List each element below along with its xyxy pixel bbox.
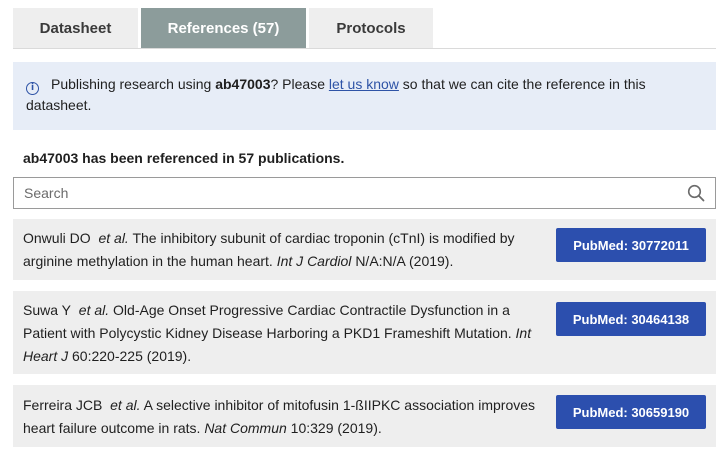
reference-etal: et al. — [78, 302, 110, 318]
tab-references[interactable]: References (57) — [141, 8, 306, 48]
pubmed-button[interactable]: PubMed: 30659190 — [556, 395, 706, 429]
reference-details: 10:329 (2019). — [290, 420, 382, 436]
notice-prefix: Publishing research using — [51, 76, 216, 92]
tab-datasheet[interactable]: Datasheet — [13, 8, 138, 48]
reference-details: 60:220-225 (2019). — [72, 348, 192, 364]
reference-authors: Onwuli DO — [23, 230, 91, 246]
pubmed-button[interactable]: PubMed: 30464138 — [556, 302, 706, 336]
reference-journal: Int J Cardiol — [276, 253, 352, 269]
reference-count-summary: ab47003 has been referenced in 57 public… — [23, 150, 345, 166]
reference-row: Ferreira JCB et al. A selective inhibito… — [13, 385, 716, 447]
notice-product: ab47003 — [215, 76, 271, 92]
reference-etal: et al. — [98, 230, 129, 246]
tab-protocols[interactable]: Protocols — [309, 8, 433, 48]
reference-row: Onwuli DO et al. The inhibitory subunit … — [13, 219, 716, 280]
search-input[interactable] — [14, 178, 654, 208]
tab-divider — [13, 48, 716, 49]
reference-authors: Suwa Y — [23, 302, 71, 318]
publishing-notice: i Publishing research using ab47003? Plea… — [13, 62, 716, 130]
reference-row: Suwa Y et al. Old-Age Onset Progressive … — [13, 291, 716, 374]
reference-citation: Suwa Y et al. Old-Age Onset Progressive … — [23, 299, 543, 368]
reference-authors: Ferreira JCB — [23, 397, 103, 413]
tab-bar: Datasheet References (57) Protocols — [13, 8, 433, 48]
reference-etal: et al. — [110, 397, 141, 413]
reference-journal: Nat Commun — [204, 420, 287, 436]
reference-details: N/A:N/A (2019). — [355, 253, 454, 269]
search-icon[interactable] — [687, 184, 705, 202]
reference-citation: Ferreira JCB et al. A selective inhibito… — [23, 394, 543, 440]
info-icon: i — [26, 82, 39, 95]
notice-middle: ? Please — [270, 76, 329, 92]
reference-citation: Onwuli DO et al. The inhibitory subunit … — [23, 227, 543, 273]
search-box — [13, 177, 716, 209]
pubmed-button[interactable]: PubMed: 30772011 — [556, 228, 706, 262]
let-us-know-link[interactable]: let us know — [329, 76, 399, 92]
